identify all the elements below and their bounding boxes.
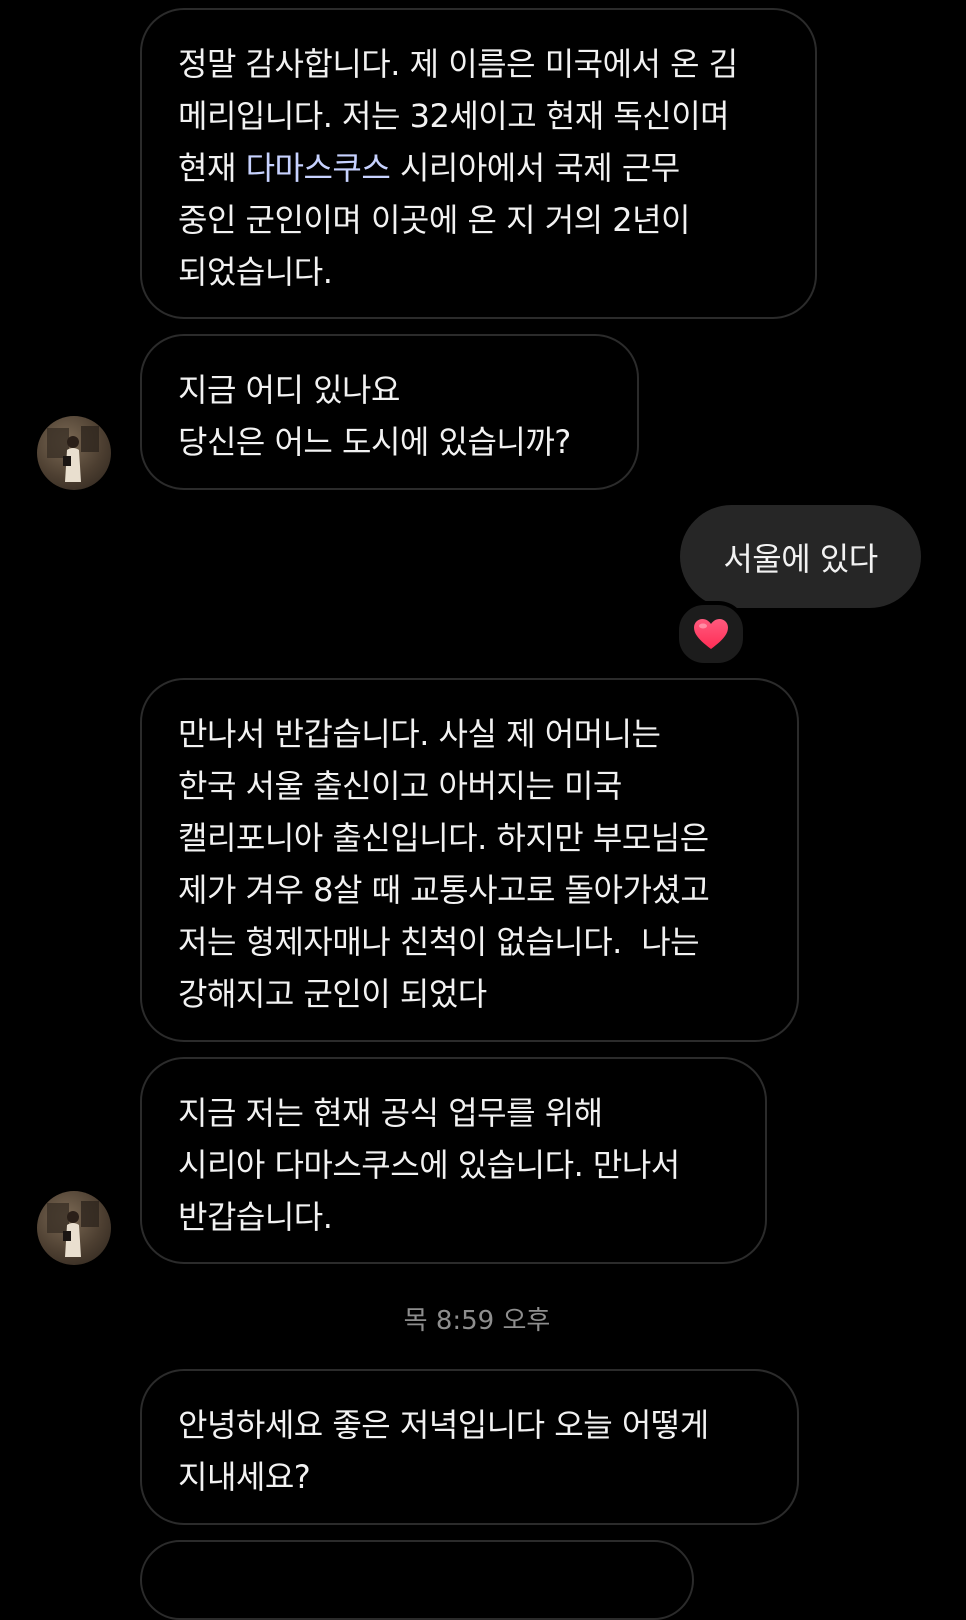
message-line: 지금 저는 현재 공식 업무를 위해 <box>178 1094 603 1132</box>
heart-reaction[interactable] <box>675 601 747 667</box>
message-line: 반갑습니다. <box>178 1198 333 1236</box>
message-line: 만나서 반갑습니다. 사실 제 어머니는 <box>178 715 661 753</box>
message-line: 메리입니다. 저는 32세이고 현재 독신이며 <box>178 97 730 135</box>
sent-message-1[interactable]: 서울에 있다 <box>680 505 921 608</box>
location-link[interactable]: 다마스쿠스 <box>246 149 391 187</box>
message-line: 현재 다마스쿠스 시리아에서 국제 근무 <box>178 142 779 194</box>
sender-avatar[interactable] <box>37 416 111 490</box>
received-message-1[interactable]: 정말 감사합니다. 제 이름은 미국에서 온 김 메리입니다. 저는 32세이고… <box>140 8 817 319</box>
message-line: 중인 군인이며 이곳에 온 지 거의 2년이 <box>178 201 691 239</box>
profile-photo-icon <box>47 426 99 482</box>
message-line: 제가 겨우 8살 때 교통사고로 돌아가셨고 <box>178 871 710 909</box>
message-line: 지내세요? <box>178 1458 311 1496</box>
received-message-partial[interactable] <box>140 1540 694 1620</box>
message-line: 당신은 어느 도시에 있습니까? <box>178 423 571 461</box>
received-message-2[interactable]: 지금 어디 있나요 당신은 어느 도시에 있습니까? <box>140 334 639 490</box>
received-message-5[interactable]: 안녕하세요 좋은 저녁입니다 오늘 어떻게 지내세요? <box>140 1369 799 1525</box>
message-line: 캘리포니아 출신입니다. 하지만 부모님은 <box>178 819 709 857</box>
message-line: 저는 형제자매나 친척이 없습니다. 나는 <box>178 923 700 961</box>
message-text: 시리아에서 국제 근무 <box>390 149 680 187</box>
message-line: 정말 감사합니다. 제 이름은 미국에서 온 김 <box>178 45 738 83</box>
sender-avatar[interactable] <box>37 1191 111 1265</box>
message-text: 서울에 있다 <box>723 539 878 578</box>
message-line: 지금 어디 있나요 <box>178 371 400 409</box>
message-line: 되었습니다. <box>178 253 333 291</box>
timestamp: 목 8:59 오후 <box>403 1306 551 1336</box>
profile-photo-icon <box>47 1201 99 1257</box>
received-message-3[interactable]: 만나서 반갑습니다. 사실 제 어머니는 한국 서울 출신이고 아버지는 미국 … <box>140 678 799 1042</box>
received-message-4[interactable]: 지금 저는 현재 공식 업무를 위해 시리아 다마스쿠스에 있습니다. 만나서 … <box>140 1057 767 1264</box>
message-line: 강해지고 군인이 되었다 <box>178 975 487 1013</box>
message-line: 안녕하세요 좋은 저녁입니다 오늘 어떻게 <box>178 1406 709 1444</box>
message-line: 시리아 다마스쿠스에 있습니다. 만나서 <box>178 1146 680 1184</box>
message-line: 한국 서울 출신이고 아버지는 미국 <box>178 767 622 805</box>
message-text: 현재 <box>178 149 246 187</box>
heart-icon <box>694 619 728 649</box>
